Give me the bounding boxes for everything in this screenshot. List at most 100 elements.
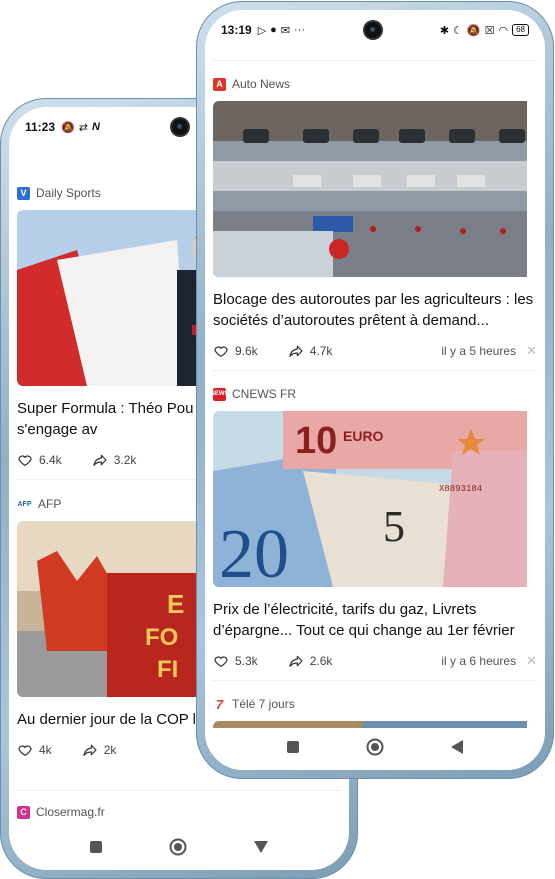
svg-text:E: E: [167, 589, 184, 619]
back-button[interactable]: [253, 840, 269, 859]
circle-icon: [169, 838, 187, 855]
more-icon: ···: [294, 24, 306, 36]
afp-logo-icon: AFP: [17, 497, 32, 511]
like-button[interactable]: 5.3k: [213, 653, 258, 669]
source-name: Télé 7 jours: [232, 697, 295, 711]
square-icon: [90, 840, 102, 853]
news-card[interactable]: C Closermag.fr: [17, 803, 341, 821]
svg-text:X8893184: X8893184: [439, 484, 482, 494]
divider: [213, 680, 537, 681]
status-time: 11:23: [25, 120, 56, 134]
box-icon: ☒: [484, 24, 495, 37]
status-time: 13:19: [221, 23, 252, 37]
moon-icon: ☾: [453, 24, 463, 37]
navigation-bar: [205, 728, 545, 770]
news-source[interactable]: A Auto News: [213, 75, 537, 93]
back-button[interactable]: [450, 739, 464, 760]
share-icon: [289, 655, 303, 667]
ball-icon: ●: [270, 24, 277, 36]
closermag-logo-icon: C: [17, 805, 30, 819]
news-card[interactable]: A Auto News Blocage des autoroutes par l…: [213, 75, 537, 359]
circle-icon: [366, 738, 384, 755]
front-camera: [365, 22, 381, 38]
daily-sports-logo-icon: V: [17, 186, 30, 200]
news-source[interactable]: 7 Télé 7 jours: [213, 695, 537, 713]
sync-icon: ⇄: [78, 121, 88, 134]
like-count: 6.4k: [39, 453, 62, 467]
divider: [213, 370, 537, 371]
news-title[interactable]: Prix de l’électricité, tarifs du gaz, Li…: [213, 599, 537, 641]
news-title[interactable]: Blocage des autoroutes par les agriculte…: [213, 289, 537, 331]
source-name: CNEWS FR: [232, 387, 296, 401]
share-button[interactable]: 2.6k: [288, 653, 333, 669]
share-count: 3.2k: [113, 453, 137, 467]
share-button[interactable]: 2k: [82, 742, 117, 758]
share-button[interactable]: 3.2k: [92, 452, 137, 468]
svg-text:20: 20: [219, 516, 289, 587]
source-name: AFP: [38, 497, 62, 511]
triangle-down-icon: [254, 840, 268, 853]
divider: [213, 60, 537, 61]
share-button[interactable]: 4.7k: [288, 343, 333, 359]
battery-icon: 68: [512, 24, 529, 36]
like-count: 9.6k: [235, 344, 258, 358]
share-icon: [289, 345, 303, 357]
news-meta: 9.6k 4.7k il y a 5 heures ✕: [213, 343, 537, 359]
toll-booth-photo: [213, 101, 527, 277]
phone-right: 13:19 ▷ ● ✉ ··· ✱ ☾ 🔕 ☒ ◠ 68 A Auto News: [196, 1, 554, 779]
like-button[interactable]: 6.4k: [17, 452, 62, 468]
heart-icon: [214, 346, 228, 358]
dismiss-icon[interactable]: ✕: [526, 653, 537, 669]
share-icon: [93, 454, 107, 466]
share-count: 2.6k: [309, 654, 333, 668]
news-thumbnail[interactable]: [213, 101, 537, 277]
n-icon: N: [91, 121, 100, 133]
play-icon: ▷: [257, 24, 267, 37]
home-button[interactable]: [169, 838, 187, 861]
like-button[interactable]: 9.6k: [213, 343, 258, 359]
source-name: Auto News: [232, 77, 291, 91]
news-source[interactable]: C Closermag.fr: [17, 803, 341, 821]
recents-button[interactable]: [286, 740, 300, 759]
mail-icon: ✉: [280, 24, 291, 37]
triangle-left-icon: [451, 739, 463, 754]
silent-icon: 🔕: [466, 24, 481, 37]
like-count: 5.3k: [235, 654, 258, 668]
heart-icon: [18, 745, 32, 757]
front-camera: [172, 119, 188, 135]
share-count: 2k: [103, 743, 117, 757]
dismiss-icon[interactable]: ✕: [526, 343, 537, 359]
tele7-logo-icon: 7: [213, 697, 226, 712]
source-name: Closermag.fr: [36, 805, 105, 819]
navigation-bar: [9, 828, 349, 870]
square-icon: [287, 740, 299, 753]
news-thumbnail[interactable]: 20 10 EURO 5 X8893184: [213, 411, 537, 587]
news-card[interactable]: NEWS CNEWS FR 20 10 EURO 5 X8893184 Prix…: [211, 385, 538, 669]
time-ago: il y a 6 heures: [441, 654, 517, 668]
share-icon: [83, 744, 97, 756]
heart-icon: [18, 455, 32, 467]
news-meta: 5.3k 2.6k il y a 6 heures ✕: [213, 653, 537, 669]
cnews-logo-icon: NEWS: [211, 387, 229, 401]
home-button[interactable]: [366, 738, 384, 761]
share-count: 4.7k: [309, 344, 333, 358]
news-source[interactable]: NEWS CNEWS FR: [211, 385, 537, 403]
svg-text:EURO: EURO: [343, 428, 384, 444]
svg-text:FI: FI: [157, 656, 178, 683]
like-count: 4k: [39, 743, 52, 757]
svg-text:5: 5: [383, 502, 405, 551]
svg-text:FO: FO: [145, 624, 178, 651]
auto-news-logo-icon: A: [213, 77, 226, 91]
heart-icon: [214, 656, 228, 668]
bluetooth-icon: ✱: [439, 24, 450, 37]
wifi-icon: ◠: [498, 24, 509, 37]
svg-text:10: 10: [295, 420, 337, 462]
euro-banknotes-photo: 20 10 EURO 5 X8893184: [213, 411, 527, 587]
time-ago: il y a 5 heures: [441, 344, 517, 358]
recents-button[interactable]: [89, 840, 103, 859]
divider: [17, 790, 341, 791]
right-screen: 13:19 ▷ ● ✉ ··· ✱ ☾ 🔕 ☒ ◠ 68 A Auto News: [205, 10, 545, 770]
source-name: Daily Sports: [36, 186, 101, 200]
like-button[interactable]: 4k: [17, 742, 52, 758]
mute-icon: 🔕: [61, 121, 75, 134]
